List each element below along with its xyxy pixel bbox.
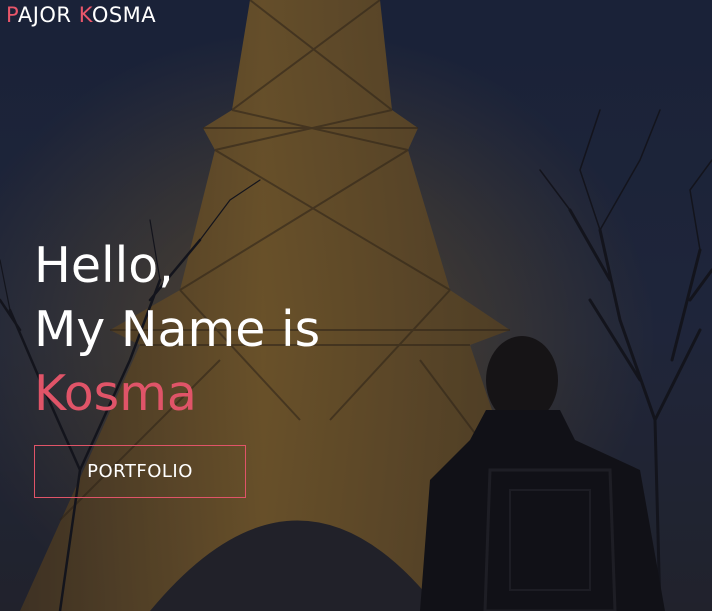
logo-first-rest: AJOR bbox=[17, 3, 79, 27]
portfolio-button[interactable]: PORTFOLIO bbox=[34, 445, 246, 498]
hero-headline: Hello, My Name is Kosma bbox=[34, 234, 320, 426]
logo-initial-p: P bbox=[6, 3, 18, 27]
hero-section: PAJOR KOSMA Hello, My Name is Kosma PORT… bbox=[0, 0, 712, 611]
site-logo[interactable]: PAJOR KOSMA bbox=[6, 3, 156, 27]
logo-initial-k: K bbox=[78, 3, 92, 27]
greeting-line-2: My Name is bbox=[34, 301, 321, 358]
hero-name: Kosma bbox=[34, 365, 197, 422]
greeting-line-1: Hello, bbox=[34, 237, 174, 294]
logo-last-rest: OSMA bbox=[91, 3, 157, 27]
